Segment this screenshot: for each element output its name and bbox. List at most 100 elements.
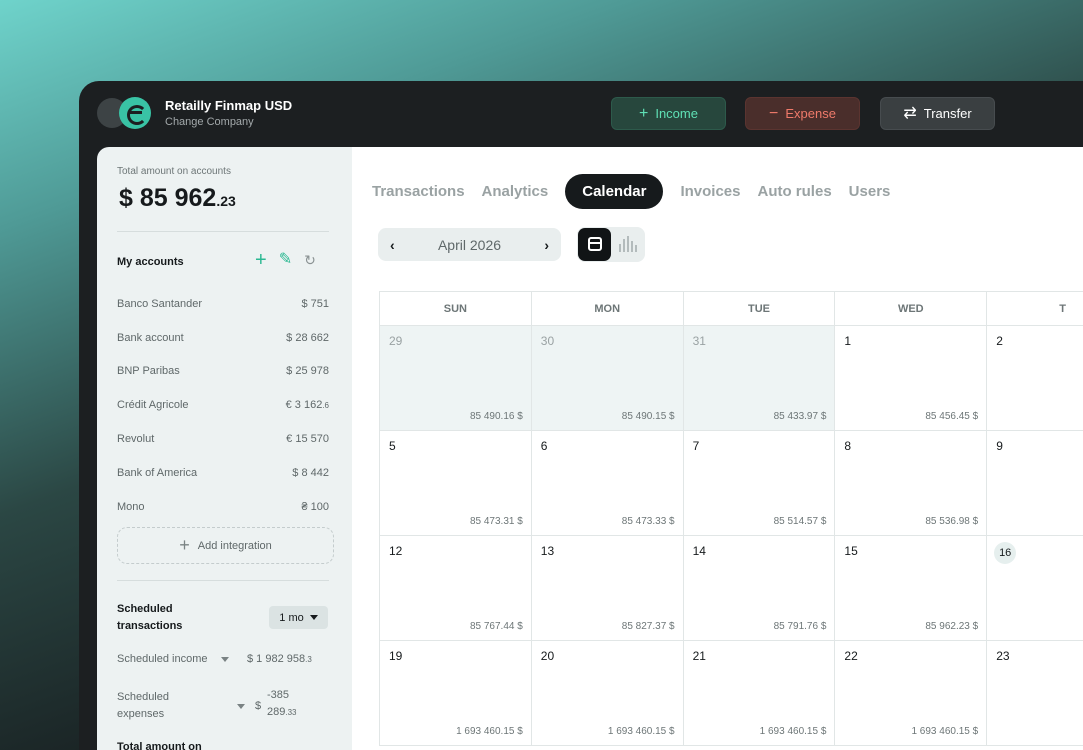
- calendar-day-cell[interactable]: 21 1 693 460.15 $: [683, 641, 836, 746]
- main-content: Transactions Analytics Calendar Invoices…: [352, 147, 1083, 750]
- tab-users[interactable]: Users: [849, 183, 891, 200]
- account-row[interactable]: Bank of America $ 8 442: [117, 456, 329, 490]
- calendar-day-cell[interactable]: 29 85 490.16 $: [380, 326, 532, 431]
- view-toggle: [577, 227, 645, 262]
- add-account-icon[interactable]: +: [255, 250, 267, 270]
- day-balance: 85 767.44 $: [469, 621, 523, 632]
- divider: [117, 231, 329, 232]
- calendar-day-cell[interactable]: 22 1 693 460.15 $: [835, 641, 988, 746]
- tab-invoices[interactable]: Invoices: [680, 183, 740, 200]
- day-number: 9: [996, 439, 1003, 453]
- calendar-day-cell[interactable]: 9: [987, 431, 1083, 536]
- chevron-down-icon[interactable]: [237, 704, 245, 709]
- company-logo[interactable]: [97, 97, 151, 129]
- scheduled-income-row: Scheduled income $ 1 982 958.3: [117, 653, 329, 665]
- scheduled-expenses-value-cont: 289.33: [267, 706, 297, 718]
- accounts-list: Banco Santander $ 751 Bank account $ 28 66…: [117, 287, 329, 524]
- calendar-day-cell[interactable]: 30 85 490.15 $: [531, 326, 684, 431]
- calendar-day-cell[interactable]: 1 85 456.45 $: [835, 326, 988, 431]
- refresh-icon[interactable]: ↻: [304, 253, 316, 267]
- calendar-day-cell[interactable]: 7 85 514.57 $: [683, 431, 836, 536]
- transfer-arrows-icon: ⇄: [903, 104, 917, 122]
- calendar-view-button[interactable]: [578, 228, 611, 261]
- scheduled-period-select[interactable]: 1 mo: [269, 606, 328, 629]
- scheduled-income-toggle[interactable]: Scheduled income: [117, 653, 237, 665]
- calendar-week: 29 85 490.16 $ 30 85 490.15 $ 31 85 433.97 $ 1…: [380, 326, 1083, 431]
- scheduled-expenses-currency: $: [255, 700, 262, 712]
- company-name: Retailly Finmap USD: [165, 98, 293, 113]
- current-month: April 2026: [437, 236, 502, 253]
- tab-calendar[interactable]: Calendar: [565, 174, 664, 209]
- total-amount-on-title: Total amount on: [117, 741, 202, 750]
- day-number: 13: [540, 544, 555, 558]
- income-label: Income: [655, 106, 698, 121]
- account-actions: + ✎ ↻: [255, 250, 316, 270]
- calendar-week: 12 85 767.44 $13 85 827.37 $14 85 791.76 $1…: [380, 536, 1083, 641]
- account-row[interactable]: Revolut € 15 570: [117, 422, 329, 456]
- month-navigator: ‹ April 2026 ›: [378, 228, 561, 261]
- day-balance: 1 693 460.15 $: [607, 726, 675, 737]
- day-number: 21: [692, 649, 706, 663]
- finmap-logo-icon: [119, 97, 151, 129]
- calendar-day-cell[interactable]: 5 85 473.31 $: [380, 431, 532, 536]
- chevron-right-icon[interactable]: ›: [544, 237, 549, 253]
- day-number: 30: [540, 334, 555, 348]
- add-integration-button[interactable]: + Add integration: [117, 527, 334, 564]
- account-row[interactable]: Bank account $ 28 662: [117, 321, 329, 355]
- calendar-day-cell[interactable]: 31 85 433.97 $: [683, 326, 836, 431]
- chevron-left-icon[interactable]: ‹: [390, 237, 395, 253]
- day-number: 19: [389, 649, 403, 663]
- calendar-week: 5 85 473.31 $ 6 85 473.33 $ 7 85 514.57 $ 8 85 …: [380, 431, 1083, 536]
- calendar-day-cell[interactable]: 16: [987, 536, 1083, 641]
- weekday-header: TUE: [683, 292, 836, 326]
- top-header: Retailly Finmap USD Change Company + Inc…: [79, 81, 1083, 147]
- calendar-grid: SUN MON TUE WED T 29 85 490.16 $30 85 490.…: [379, 291, 1083, 746]
- chevron-down-icon: [221, 656, 229, 662]
- weekday-header: MON: [531, 292, 684, 326]
- calendar-day-cell[interactable]: 8 85 536.98 $: [835, 431, 988, 536]
- calendar-day-cell[interactable]: 12 85 767.44 $: [380, 536, 532, 641]
- weekday-header: SUN: [380, 292, 532, 326]
- chevron-down-icon: [309, 615, 318, 620]
- day-number: 31: [692, 334, 706, 348]
- day-number: 1: [844, 334, 852, 348]
- account-row[interactable]: Banco Santander $ 751: [117, 287, 329, 321]
- tab-analytics[interactable]: Analytics: [482, 183, 549, 200]
- account-row[interactable]: Mono ₴ 100: [117, 490, 329, 524]
- day-balance: 1 693 460.15 $: [759, 726, 827, 737]
- scheduled-expenses-label[interactable]: Scheduled expenses: [117, 689, 187, 723]
- edit-icon[interactable]: ✎: [279, 252, 292, 268]
- tab-transactions[interactable]: Transactions: [372, 183, 465, 200]
- total-amount-label: Total amount on accounts: [117, 166, 231, 177]
- scheduled-expenses-value: -385: [267, 689, 290, 701]
- calendar-day-cell[interactable]: 2: [987, 326, 1083, 431]
- minus-icon: −: [769, 104, 779, 122]
- day-balance: 85 473.33 $: [621, 516, 675, 527]
- calendar-day-cell[interactable]: 19 1 693 460.15 $: [380, 641, 532, 746]
- calendar-day-cell[interactable]: 6 85 473.33 $: [531, 431, 684, 536]
- calendar-day-cell[interactable]: 23: [987, 641, 1083, 746]
- expense-button[interactable]: − Expense: [745, 97, 860, 130]
- calendar-day-cell[interactable]: 14 85 791.76 $: [683, 536, 836, 641]
- day-balance: 85 514.57 $: [773, 516, 827, 527]
- account-row[interactable]: Crédit Agricole € 3 162.6: [117, 388, 329, 422]
- income-button[interactable]: + Income: [611, 97, 726, 130]
- day-number: 15: [844, 544, 858, 558]
- today-date: 16: [994, 542, 1017, 564]
- account-row[interactable]: BNP Paribas $ 25 978: [117, 355, 329, 389]
- transfer-label: Transfer: [923, 106, 972, 121]
- tab-auto-rules[interactable]: Auto rules: [757, 183, 831, 200]
- change-company-link[interactable]: Change Company: [165, 116, 254, 128]
- day-balance: 85 490.15 $: [621, 411, 675, 422]
- scheduled-transactions-title: Scheduled transactions: [117, 603, 183, 632]
- calendar-day-cell[interactable]: 20 1 693 460.15 $: [531, 641, 684, 746]
- day-number: 12: [389, 544, 403, 558]
- divider: [117, 580, 329, 581]
- day-balance: 1 693 460.15 $: [456, 726, 523, 737]
- transfer-button[interactable]: ⇄ Transfer: [880, 97, 995, 130]
- calendar-day-cell[interactable]: 15 85 962.23 $: [835, 536, 988, 641]
- day-balance: 85 473.31 $: [469, 516, 523, 527]
- chart-view-icon[interactable]: [619, 236, 637, 252]
- sidebar: Total amount on accounts $ 85 962.23 My …: [97, 147, 352, 750]
- calendar-day-cell[interactable]: 13 85 827.37 $: [531, 536, 684, 641]
